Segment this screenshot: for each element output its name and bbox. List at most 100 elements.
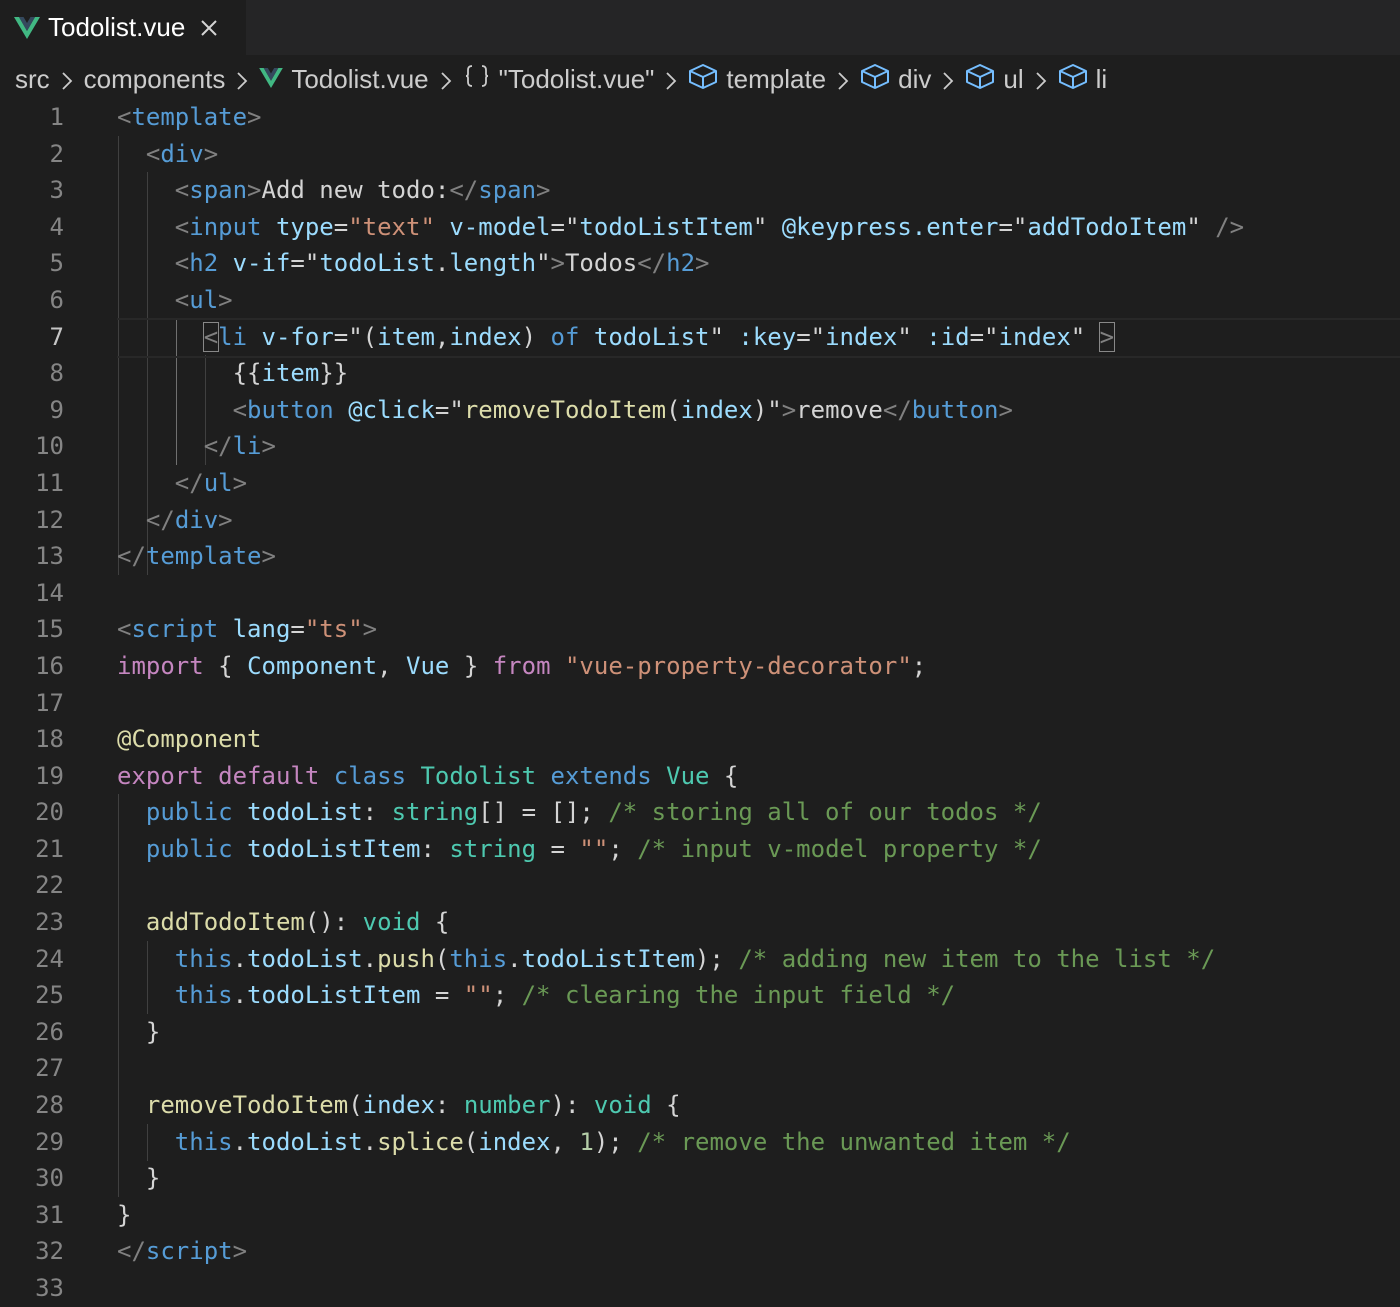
code-line[interactable]: 27: [0, 1050, 1400, 1087]
code-line[interactable]: 12 </div>: [0, 502, 1400, 539]
code-token: button: [247, 395, 334, 424]
code-line[interactable]: 20 public todoList: string[] = []; /* st…: [0, 794, 1400, 831]
code-text: @Component: [117, 721, 262, 758]
code-line[interactable]: 2 <div>: [0, 136, 1400, 173]
code-token: </: [637, 249, 667, 278]
code-token: (: [434, 944, 450, 973]
code-text: <input type="text" v-model="todoListItem…: [117, 209, 1244, 246]
code-token: /* storing all of our todos */: [608, 798, 1042, 827]
code-line[interactable]: 7 <li v-for="(item,index) of todoList" :…: [0, 317, 1400, 358]
code-line[interactable]: 26 }: [0, 1014, 1400, 1051]
code-token: template: [131, 103, 248, 131]
code-token: );: [694, 944, 739, 973]
code-line[interactable]: 31}: [0, 1197, 1400, 1234]
code-line[interactable]: 15 <script lang="ts">: [0, 611, 1400, 648]
code-editor[interactable]: 1 <template> 2 <div> 3 <span>Add new todo:<…: [0, 99, 1400, 1307]
code-token: remove: [796, 395, 883, 424]
code-token: length: [449, 249, 537, 278]
code-token: {: [709, 761, 739, 790]
code-line[interactable]: 4 <input type="text" v-model="todoListIt…: [0, 209, 1400, 246]
code-line[interactable]: 5 <h2 v-if="todoList.length">Todos</h2>: [0, 245, 1400, 282]
code-token: ;: [492, 981, 522, 1010]
code-token: div: [174, 505, 219, 534]
code-line[interactable]: 33: [0, 1270, 1400, 1307]
code-token: export: [117, 761, 204, 790]
breadcrumb-item[interactable]: div: [860, 63, 931, 96]
line-number: 6: [49, 285, 64, 314]
code-line[interactable]: 19 export default class Todolist extends …: [0, 758, 1400, 795]
code-line[interactable]: 24 this.todoList.push(this.todoListItem)…: [0, 941, 1400, 978]
code-token: span: [189, 176, 248, 205]
code-token: ": [709, 322, 739, 351]
code-line[interactable]: 18 @Component: [0, 721, 1400, 758]
code-line[interactable]: 8 {{item}}: [0, 355, 1400, 392]
code-line[interactable]: 29 this.todoList.splice(index, 1); /* re…: [0, 1124, 1400, 1161]
chevron-right-icon: [1030, 68, 1052, 90]
code-line[interactable]: 14: [0, 575, 1400, 612]
breadcrumb-label: components: [83, 63, 226, 94]
code-token: from: [492, 651, 551, 680]
breadcrumb-item[interactable]: components: [84, 64, 226, 95]
code-line[interactable]: 11 </ul>: [0, 465, 1400, 502]
tab-todolist-vue[interactable]: Todolist.vue: [0, 0, 246, 55]
code-token: </: [882, 395, 912, 424]
code-token: .: [232, 981, 248, 1010]
code-line[interactable]: 6 <ul>: [0, 282, 1400, 319]
code-line[interactable]: 32 </script>: [0, 1233, 1400, 1270]
breadcrumb-label: "Todolist.vue": [498, 63, 655, 94]
code-token: =": [550, 212, 580, 241]
code-token: >: [203, 139, 219, 168]
code-line[interactable]: 22: [0, 867, 1400, 904]
breadcrumb-item[interactable]: Todolist.vue: [259, 64, 429, 95]
line-number: 8: [49, 359, 64, 388]
code-text: public todoList: string[] = []; /* stori…: [117, 794, 1042, 831]
chevron-right-icon: [56, 68, 78, 90]
breadcrumb-item[interactable]: ul: [965, 63, 1024, 96]
line-number: 17: [35, 688, 64, 717]
code-token: ": [752, 212, 782, 241]
code-line[interactable]: 21 public todoListItem: string = ""; /* …: [0, 831, 1400, 868]
code-token: ": [1070, 322, 1100, 351]
breadcrumb-item[interactable]: src: [15, 64, 50, 95]
code-line[interactable]: 25 this.todoListItem = ""; /* clearing t…: [0, 977, 1400, 1014]
code-line[interactable]: 10 </li>: [0, 428, 1400, 465]
code-line[interactable]: 16 import { Component, Vue } from "vue-pr…: [0, 648, 1400, 685]
code-text: <ul>: [117, 282, 233, 319]
code-token: string: [449, 834, 537, 863]
code-token: .: [232, 1127, 248, 1156]
close-icon[interactable]: [199, 18, 219, 38]
code-token: index: [478, 1127, 551, 1156]
code-line[interactable]: 23 addTodoItem(): void {: [0, 904, 1400, 941]
code-line[interactable]: 28 removeTodoItem(index: number): void {: [0, 1087, 1400, 1124]
code-token: todoListItem: [247, 834, 421, 863]
code-token: >: [550, 249, 565, 278]
code-token: number: [463, 1091, 551, 1120]
code-token: ": [536, 249, 551, 278]
code-token: ="(: [333, 322, 378, 351]
code-token: class: [333, 761, 407, 790]
breadcrumb-label: src: [15, 63, 50, 94]
code-line[interactable]: 17: [0, 685, 1400, 722]
code-token: {{: [117, 359, 262, 388]
breadcrumb-item[interactable]: template: [688, 63, 826, 96]
line-number: 12: [35, 505, 64, 534]
code-token: >: [247, 176, 262, 205]
breadcrumb-item[interactable]: "Todolist.vue": [463, 63, 655, 95]
code-token: =": [796, 322, 826, 351]
code-text: this.todoList.splice(index, 1); /* remov…: [117, 1124, 1071, 1161]
code-line[interactable]: 9 <button @click="removeTodoItem(index)"…: [0, 392, 1400, 429]
matching-bracket: <: [202, 321, 220, 352]
code-line[interactable]: 13 </template>: [0, 538, 1400, 575]
breadcrumb-item[interactable]: li: [1058, 63, 1107, 96]
code-line[interactable]: 30 }: [0, 1160, 1400, 1197]
code-text: <span>Add new todo:</span>: [117, 172, 551, 209]
code-line[interactable]: 3 <span>Add new todo:</span>: [0, 172, 1400, 209]
code-token: 1: [579, 1127, 594, 1156]
code-line[interactable]: 1 <template>: [0, 99, 1400, 136]
code-token: :: [420, 834, 450, 863]
line-number: 27: [35, 1054, 64, 1083]
